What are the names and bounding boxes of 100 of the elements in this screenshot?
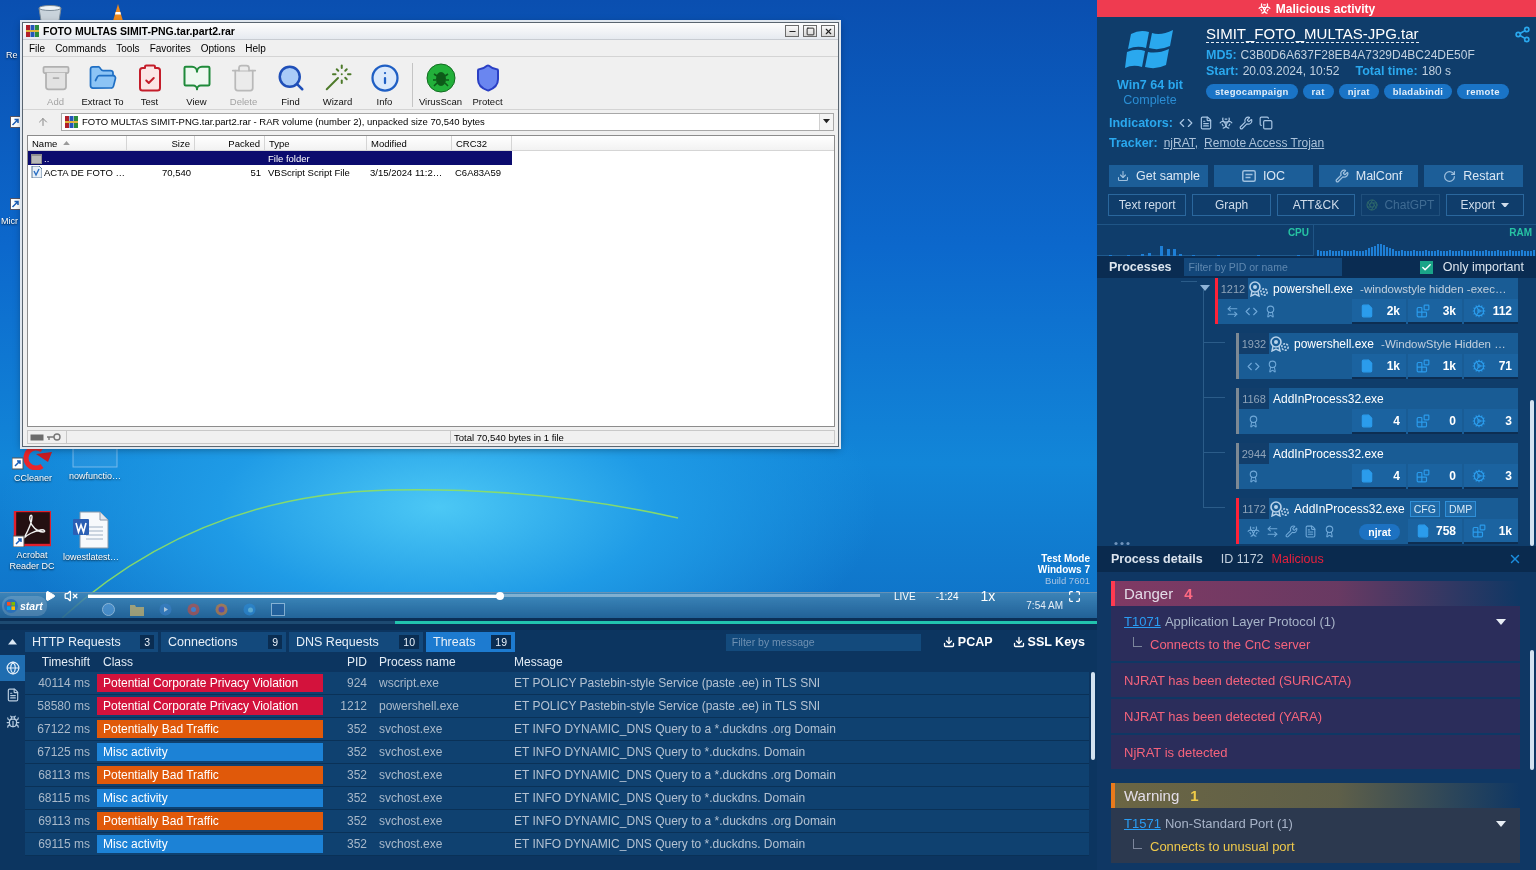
file-name-link[interactable]: SIMIT_FOTO_MULTAS-JPG.tar bbox=[1206, 25, 1419, 43]
download-link[interactable]: PCAP bbox=[942, 635, 993, 649]
column-header[interactable]: Size bbox=[127, 136, 195, 150]
tab[interactable]: DNS Requests 10 bbox=[289, 632, 423, 652]
toolbar-button[interactable]: Find bbox=[267, 61, 314, 109]
report-button[interactable]: Export bbox=[1445, 194, 1524, 216]
tracker-link[interactable]: njRAT, bbox=[1163, 136, 1199, 150]
playback-handle[interactable] bbox=[495, 592, 504, 600]
process-node[interactable]: 1212 powershell.exe -windowstyle hidden -exec… 2k 3k 112 bbox=[1215, 278, 1518, 324]
live-label[interactable]: LIVE bbox=[894, 590, 916, 602]
caret-icon[interactable] bbox=[1496, 820, 1506, 827]
process-node[interactable]: 1172 AddInProcess32.exe CFG DMP njrat 758 1k bbox=[1236, 498, 1518, 544]
technique-link[interactable]: T1071 bbox=[1124, 613, 1161, 630]
toolbar-button[interactable]: Test bbox=[126, 61, 173, 109]
scrollbar-thumb[interactable] bbox=[1530, 400, 1534, 546]
technique-link[interactable]: T1571 bbox=[1124, 815, 1161, 832]
tab[interactable]: Threats 19 bbox=[426, 632, 515, 652]
caret-icon[interactable] bbox=[1199, 285, 1210, 291]
file-row[interactable]: .. File folder bbox=[28, 151, 512, 165]
wrench-icon[interactable] bbox=[1238, 116, 1253, 130]
table-row[interactable]: 68113 ms Potentially Bad Traffic 352 svchost.exe ET INFO DYNAMIC_DNS Query to a *.duckdns .org Domain bbox=[25, 764, 1089, 787]
file-stat[interactable]: 4 bbox=[1352, 409, 1406, 434]
tab[interactable]: HTTP Requests 3 bbox=[25, 632, 158, 652]
action-button[interactable]: Get sample bbox=[1109, 165, 1208, 187]
dump-tag[interactable]: CFG bbox=[1409, 500, 1440, 517]
only-important-checkbox[interactable] bbox=[1419, 260, 1433, 274]
menu-item[interactable]: File bbox=[24, 42, 51, 54]
toolbar-button[interactable]: VirusScan bbox=[417, 61, 464, 109]
code-icon[interactable] bbox=[1178, 116, 1193, 130]
module-stat[interactable]: 112 bbox=[1464, 299, 1518, 324]
table-row[interactable]: 69115 ms Misc activity 352 svchost.exe ET INFO DYNAMIC_DNS Query to *.duckdns. Domain bbox=[25, 833, 1089, 856]
biohazard-icon[interactable] bbox=[1218, 116, 1233, 130]
menu-item[interactable]: Commands bbox=[50, 42, 112, 54]
module-stat[interactable]: 71 bbox=[1464, 354, 1518, 379]
tag[interactable]: stegocampaign bbox=[1206, 84, 1298, 99]
tag[interactable]: bladabindi bbox=[1383, 84, 1453, 99]
scrollbar-thumb[interactable] bbox=[1091, 672, 1095, 760]
desktop-icon-label[interactable]: CCleaner bbox=[14, 473, 52, 484]
side-tab[interactable] bbox=[0, 655, 25, 681]
toolbar-button[interactable]: Wizard bbox=[314, 61, 361, 109]
process-node[interactable]: 2944 AddInProcess32.exe 4 0 3 bbox=[1236, 443, 1518, 489]
table-row[interactable]: 68115 ms Misc activity 352 svchost.exe ET INFO DYNAMIC_DNS Query to *.duckdns. Domain bbox=[25, 787, 1089, 810]
playback-speed[interactable]: 1x bbox=[980, 588, 996, 604]
registry-stat[interactable]: 1k bbox=[1408, 354, 1462, 379]
desktop-icon-label[interactable]: lowestlatest… bbox=[63, 552, 119, 563]
table-row[interactable]: 40114 ms Potential Corporate Privacy Violation 924 wscript.exe ET POLICY Pastebin-style Service (paste .ee) in TLS SNI bbox=[25, 672, 1089, 695]
module-stat[interactable]: 3 bbox=[1464, 409, 1518, 434]
overlapping-windows-icon[interactable] bbox=[1258, 116, 1273, 130]
process-node[interactable]: 1168 AddInProcess32.exe 4 0 3 bbox=[1236, 388, 1518, 434]
file-stat[interactable]: 758 bbox=[1408, 519, 1462, 544]
toolbar-button[interactable]: View bbox=[173, 61, 220, 109]
column-header[interactable]: Modified bbox=[367, 136, 452, 150]
fullscreen-icon[interactable] bbox=[1068, 589, 1081, 603]
drag-handle-icon[interactable] bbox=[1113, 541, 1131, 546]
caret-icon[interactable] bbox=[1496, 618, 1506, 625]
menu-item[interactable]: Help bbox=[240, 42, 271, 54]
document-icon[interactable] bbox=[1198, 116, 1213, 130]
action-button[interactable]: MalConf bbox=[1319, 165, 1418, 187]
desktop-icon-label[interactable]: Re bbox=[6, 50, 18, 61]
desktop-icon-label[interactable]: Acrobat Reader DC bbox=[2, 550, 62, 572]
registry-stat[interactable]: 0 bbox=[1408, 409, 1462, 434]
process-node[interactable]: 1932 powershell.exe -WindowStyle Hidden … 1k 1k 71 bbox=[1236, 333, 1518, 379]
playback-progress-track[interactable] bbox=[88, 592, 880, 600]
report-button[interactable]: Graph bbox=[1192, 194, 1271, 216]
menu-item[interactable]: Tools bbox=[111, 42, 145, 54]
dump-tag[interactable]: DMP bbox=[1444, 500, 1477, 517]
start-button[interactable]: start bbox=[2, 595, 47, 616]
tracker-link[interactable]: Remote Access Trojan bbox=[1204, 136, 1325, 150]
table-row[interactable]: 69113 ms Potentially Bad Traffic 352 svchost.exe ET INFO DYNAMIC_DNS Query to a *.duckdns .org Domain bbox=[25, 810, 1089, 833]
toolbar-button[interactable]: Extract To bbox=[79, 61, 126, 109]
registry-stat[interactable]: 1k bbox=[1464, 519, 1518, 544]
column-header[interactable]: CRC32 bbox=[452, 136, 512, 150]
toolbar-button[interactable]: Protect bbox=[464, 61, 511, 109]
behavior-item[interactable]: T1071 Application Layer Protocol (1) Connects to the CnC server bbox=[1111, 606, 1520, 661]
column-header[interactable]: Type bbox=[265, 136, 367, 150]
file-stat[interactable]: 2k bbox=[1352, 299, 1406, 324]
taskbar-clock[interactable]: 7:54 AM bbox=[1026, 600, 1063, 611]
tag[interactable]: njrat bbox=[1338, 84, 1379, 99]
column-header[interactable]: Name bbox=[28, 136, 127, 150]
path-field[interactable]: FOTO MULTAS SIMIT-PNG.tar.part2.rar - RAR volume (number 2), unpacked size 70,540 bytes bbox=[61, 112, 834, 131]
tag[interactable]: rat bbox=[1302, 84, 1334, 99]
file-stat[interactable]: 4 bbox=[1352, 464, 1406, 489]
table-row[interactable]: 67122 ms Potentially Bad Traffic 352 svchost.exe ET INFO DYNAMIC_DNS Query to a *.duckdns .org Domain bbox=[25, 718, 1089, 741]
globe-icon[interactable] bbox=[101, 603, 115, 616]
registry-stat[interactable]: 0 bbox=[1408, 464, 1462, 489]
tag[interactable]: remote bbox=[1457, 84, 1509, 99]
play-icon[interactable] bbox=[44, 590, 56, 602]
screen-icon[interactable] bbox=[270, 603, 285, 616]
filter-field[interactable]: Filter by message bbox=[725, 633, 921, 651]
download-link[interactable]: SSL Keys bbox=[1012, 635, 1085, 649]
share-icon[interactable] bbox=[1513, 26, 1531, 43]
tab[interactable]: Connections 9 bbox=[161, 632, 286, 652]
action-button[interactable]: Restart bbox=[1424, 165, 1523, 187]
media-player-icon[interactable] bbox=[158, 603, 172, 616]
behavior-item[interactable]: T1571 Non-Standard Port (1) Connects to unusual port bbox=[1111, 808, 1520, 863]
report-button[interactable]: ATT&CK bbox=[1276, 194, 1356, 216]
module-stat[interactable]: 3 bbox=[1464, 464, 1518, 489]
action-button[interactable]: IOC bbox=[1214, 165, 1313, 187]
report-button[interactable]: Text report bbox=[1108, 194, 1187, 216]
minimize-button[interactable] bbox=[785, 25, 799, 37]
